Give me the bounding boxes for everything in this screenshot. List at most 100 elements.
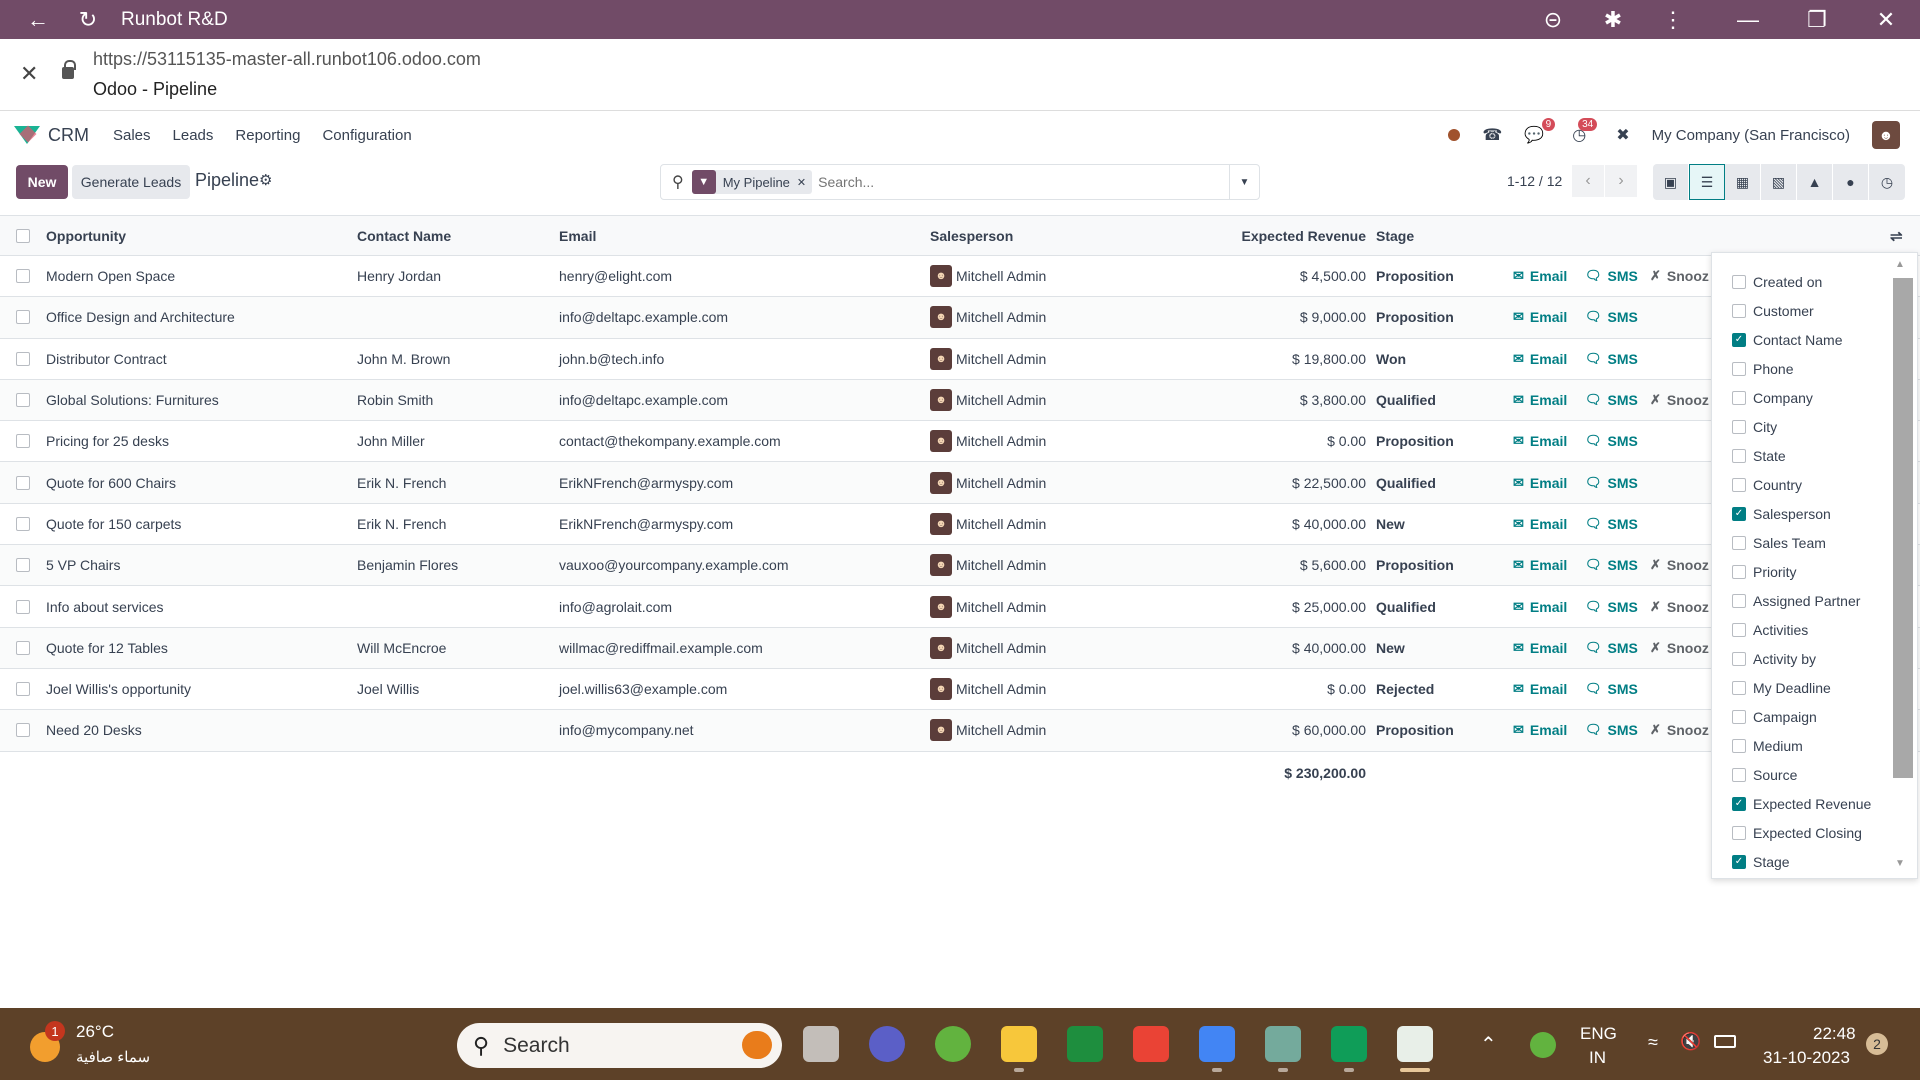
pager-value[interactable]: 1-12 / 12 (1507, 173, 1562, 189)
notification-count[interactable]: 2 (1866, 1033, 1888, 1055)
active-app-icon[interactable] (1397, 1026, 1433, 1062)
optional-column-item[interactable]: Campaign (1732, 702, 1817, 731)
google-docs-icon[interactable] (1199, 1026, 1235, 1062)
row-checkbox[interactable] (16, 434, 30, 449)
opportunity-name[interactable]: Quote for 12 Tables (46, 628, 168, 668)
email-action-button[interactable]: ✉ Email (1513, 710, 1567, 750)
optional-column-item[interactable]: Source (1732, 760, 1797, 789)
optional-column-item[interactable]: ✓ Expected Revenue (1732, 789, 1871, 818)
url-text[interactable]: https://53115135-master-all.runbot106.od… (93, 49, 481, 70)
sms-action-button[interactable]: 🗨 SMS (1585, 297, 1638, 337)
email-action-button[interactable]: ✉ Email (1513, 421, 1567, 461)
snooze-action-button[interactable]: ✗ Snooz (1650, 545, 1709, 585)
optional-column-item[interactable]: ✓ Stage (1732, 847, 1790, 876)
scroll-down-icon[interactable]: ▼ (1895, 858, 1905, 869)
opportunity-name[interactable]: Need 20 Desks (46, 710, 142, 750)
remove-facet-icon[interactable]: ✕ (797, 176, 812, 189)
column-checkbox[interactable] (1732, 564, 1746, 579)
optional-column-item[interactable]: Phone (1732, 354, 1793, 383)
column-checkbox[interactable] (1732, 477, 1746, 492)
email-action-button[interactable]: ✉ Email (1513, 256, 1567, 296)
battery-icon[interactable] (1714, 1035, 1736, 1048)
sms-action-button[interactable]: 🗨 SMS (1585, 628, 1638, 668)
start-windows-icon[interactable] (400, 1029, 434, 1063)
email-action-button[interactable]: ✉ Email (1513, 628, 1567, 668)
column-checkbox[interactable] (1732, 593, 1746, 608)
menu-sales[interactable]: Sales (113, 127, 151, 144)
optional-column-item[interactable]: Expected Closing (1732, 818, 1862, 847)
column-checkbox[interactable] (1732, 419, 1746, 434)
zoom-out-icon[interactable]: ⊝ (1538, 5, 1568, 35)
column-checkbox[interactable] (1732, 390, 1746, 405)
sms-action-button[interactable]: 🗨 SMS (1585, 545, 1638, 585)
salesperson-avatar[interactable]: ☻ (930, 389, 952, 412)
sms-action-button[interactable]: 🗨 SMS (1585, 339, 1638, 379)
opportunity-name[interactable]: Office Design and Architecture (46, 297, 235, 337)
column-checkbox[interactable] (1732, 738, 1746, 753)
optional-column-item[interactable]: Activity by (1732, 644, 1816, 673)
snooze-action-button[interactable]: ✗ Snooz (1650, 380, 1709, 420)
optional-column-item[interactable]: My Deadline (1732, 673, 1831, 702)
gear-icon[interactable]: ⚙ (259, 171, 272, 189)
activities-clock-icon[interactable]: ◷ 34 (1572, 118, 1598, 145)
sms-action-button[interactable]: 🗨 SMS (1585, 504, 1638, 544)
clock-time[interactable]: 22:48 (1813, 1024, 1856, 1044)
optional-column-item[interactable]: Sales Team (1732, 528, 1826, 557)
salesperson-avatar[interactable]: ☻ (930, 430, 952, 453)
calendar-view-icon[interactable]: ▦ (1725, 164, 1761, 200)
email-action-button[interactable]: ✉ Email (1513, 297, 1567, 337)
sms-action-button[interactable]: 🗨 SMS (1585, 710, 1638, 750)
column-checkbox[interactable]: ✓ (1732, 854, 1746, 869)
opportunity-name[interactable]: Modern Open Space (46, 256, 175, 296)
app-name[interactable]: CRM (48, 125, 89, 146)
opportunity-name[interactable]: Global Solutions: Furnitures (46, 380, 219, 420)
row-checkbox[interactable] (16, 640, 30, 655)
column-checkbox[interactable] (1732, 825, 1746, 840)
more-menu-icon[interactable]: ⋮ (1658, 5, 1688, 35)
status-dot-icon[interactable] (1448, 129, 1461, 141)
chatgpt-icon[interactable] (1265, 1026, 1301, 1062)
task-view-icon[interactable] (803, 1026, 839, 1062)
crm-logo-icon[interactable] (14, 126, 40, 144)
scroll-up-icon[interactable]: ▲ (1895, 259, 1905, 270)
salesperson-avatar[interactable]: ☻ (930, 347, 952, 370)
header-email[interactable]: Email (559, 216, 596, 255)
time-tracker-icon[interactable] (935, 1026, 971, 1062)
column-checkbox[interactable] (1732, 680, 1746, 695)
select-all-checkbox[interactable] (16, 228, 30, 243)
opportunity-name[interactable]: 5 VP Chairs (46, 545, 120, 585)
column-checkbox[interactable] (1732, 274, 1746, 289)
email-action-button[interactable]: ✉ Email (1513, 504, 1567, 544)
optional-column-item[interactable]: Company (1732, 383, 1813, 412)
table-row[interactable]: Pricing for 25 desks John Miller contact@t… (0, 421, 1920, 463)
opportunity-name[interactable]: Pricing for 25 desks (46, 421, 169, 461)
column-checkbox[interactable] (1732, 448, 1746, 463)
scroll-thumb[interactable] (1893, 278, 1913, 778)
column-checkbox[interactable] (1732, 361, 1746, 376)
salesperson-avatar[interactable]: ☻ (930, 636, 952, 659)
optional-column-item[interactable]: ✓ Contact Name (1732, 325, 1842, 354)
header-expected-revenue[interactable]: Expected Revenue (1200, 216, 1367, 255)
list-view-icon[interactable]: ☰ (1689, 164, 1725, 200)
sms-action-button[interactable]: 🗨 SMS (1585, 421, 1638, 461)
table-row[interactable]: Quote for 150 carpets Erik N. French ErikN… (0, 504, 1920, 546)
pager-previous-button[interactable]: ‹ (1572, 165, 1604, 197)
column-checkbox[interactable]: ✓ (1732, 332, 1746, 347)
column-checkbox[interactable]: ✓ (1732, 796, 1746, 811)
menu-reporting[interactable]: Reporting (235, 127, 300, 144)
pivot-view-icon[interactable]: ▧ (1761, 164, 1797, 200)
optional-column-item[interactable]: Created on (1732, 267, 1822, 296)
company-switcher[interactable]: My Company (San Francisco) (1652, 127, 1850, 144)
opportunity-name[interactable]: Joel Willis's opportunity (46, 669, 191, 709)
teams-meet-icon[interactable] (869, 1026, 905, 1062)
optional-column-item[interactable]: Country (1732, 470, 1802, 499)
optional-columns-toggle-icon[interactable]: ⇌ (1890, 216, 1903, 255)
table-row[interactable]: Need 20 Desks info@mycompany.net ☻ Mitchell… (0, 710, 1920, 752)
salesperson-avatar[interactable]: ☻ (930, 595, 952, 618)
snooze-action-button[interactable]: ✗ Snooz (1650, 628, 1709, 668)
row-checkbox[interactable] (16, 723, 30, 738)
reload-icon[interactable]: ↻ (73, 5, 103, 35)
table-row[interactable]: Info about services info@agrolait.com ☻ Mit… (0, 586, 1920, 628)
phone-icon[interactable]: ☎ (1482, 125, 1502, 145)
taskbar-search[interactable]: ⚲ Search (457, 1023, 782, 1068)
